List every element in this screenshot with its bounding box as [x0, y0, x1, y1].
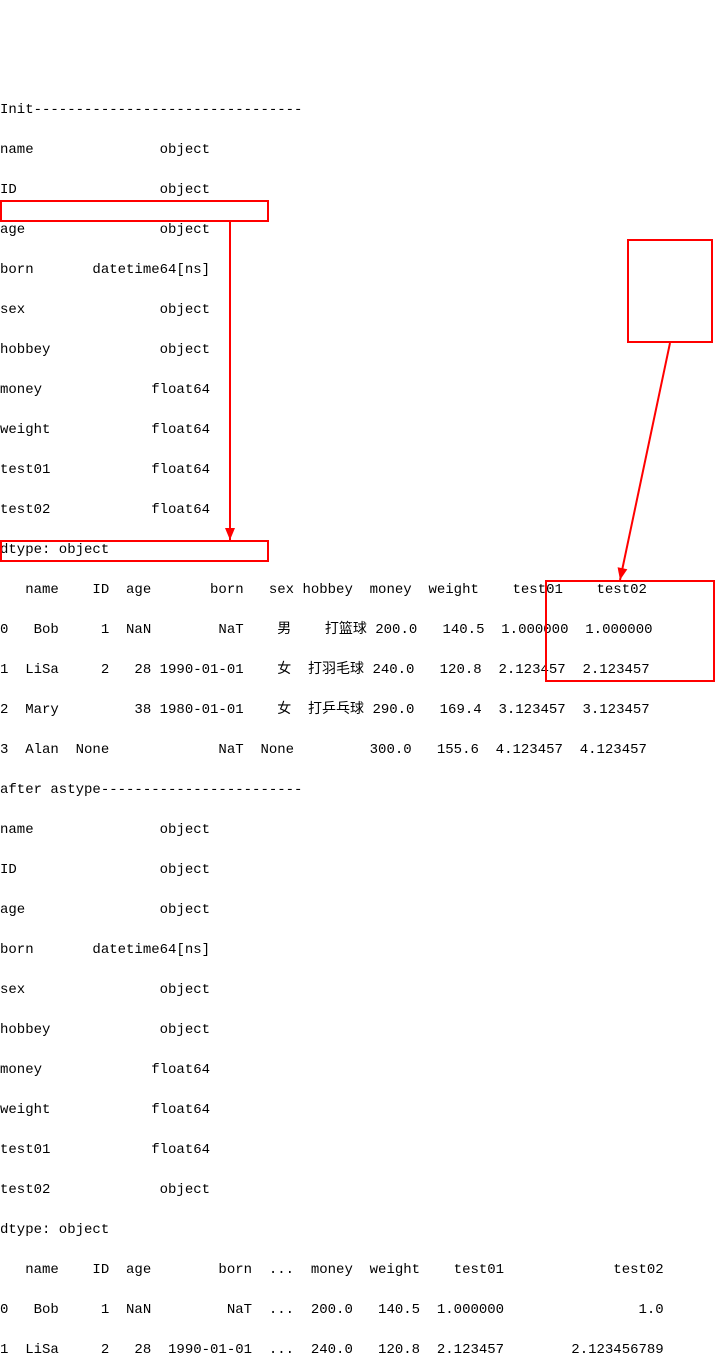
dtype-row: sex object — [0, 980, 717, 1000]
section-header-init: Init-------------------------------- — [0, 100, 717, 120]
df1-row: 3 Alan None NaT None 300.0 155.6 4.12345… — [0, 740, 717, 760]
dtype-row: test02 object — [0, 1180, 717, 1200]
df2-row: 0 Bob 1 NaN NaT ... 200.0 140.5 1.000000… — [0, 1300, 717, 1320]
df2-header: name ID age born ... money weight test01… — [0, 1260, 717, 1280]
df1-row: 2 Mary 38 1980-01-01 女 打乒乓球 290.0 169.4 … — [0, 700, 717, 720]
dtype-row: test02 float64 — [0, 500, 717, 520]
dtype-row: weight float64 — [0, 1100, 717, 1120]
dtype-row: name object — [0, 140, 717, 160]
dtype-row: born datetime64[ns] — [0, 260, 717, 280]
dtype-footer: dtype: object — [0, 540, 717, 560]
dtype-row: hobbey object — [0, 1020, 717, 1040]
dtype-row: test01 float64 — [0, 460, 717, 480]
dtype-row: weight float64 — [0, 420, 717, 440]
dtype-row: money float64 — [0, 380, 717, 400]
dtype-row: name object — [0, 820, 717, 840]
dtype-row: born datetime64[ns] — [0, 940, 717, 960]
dtype-row: ID object — [0, 180, 717, 200]
df1-header: name ID age born sex hobbey money weight… — [0, 580, 717, 600]
dtype-row: age object — [0, 900, 717, 920]
dtype-row: hobbey object — [0, 340, 717, 360]
highlight-box-test02-dtype-before — [0, 200, 269, 222]
dtype-row: money float64 — [0, 1060, 717, 1080]
dtype-row: age object — [0, 220, 717, 240]
dtype-row: sex object — [0, 300, 717, 320]
highlight-box-test02-col-before — [627, 239, 713, 343]
dtype-footer: dtype: object — [0, 1220, 717, 1240]
section-header-after: after astype------------------------ — [0, 780, 717, 800]
dtype-row: test01 float64 — [0, 1140, 717, 1160]
df2-row: 1 LiSa 2 28 1990-01-01 ... 240.0 120.8 2… — [0, 1340, 717, 1360]
dtype-row: ID object — [0, 860, 717, 880]
df1-row: 1 LiSa 2 28 1990-01-01 女 打羽毛球 240.0 120.… — [0, 660, 717, 680]
df1-row: 0 Bob 1 NaN NaT 男 打篮球 200.0 140.5 1.0000… — [0, 620, 717, 640]
